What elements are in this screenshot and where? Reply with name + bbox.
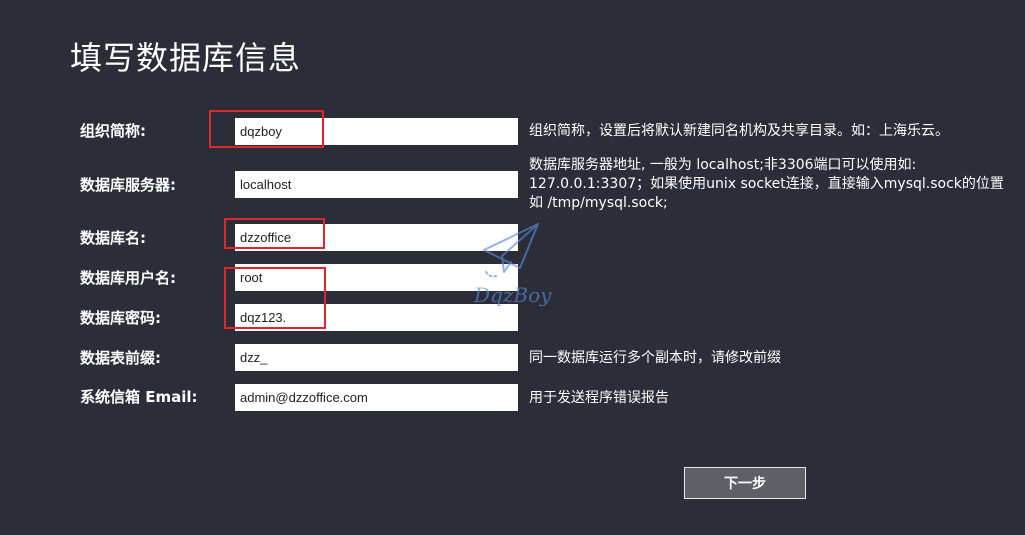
next-step-button[interactable]: 下一步 [684, 467, 806, 499]
watermark-text: DqzBoy [473, 283, 552, 307]
db-server-label: 数据库服务器: [80, 176, 176, 194]
org-name-label: 组织简称: [80, 122, 146, 140]
system-email-label: 系统信箱 Email: [80, 388, 198, 406]
system-email-hint: 用于发送程序错误报告 [529, 390, 669, 406]
db-user-label: 数据库用户名: [80, 269, 176, 287]
table-prefix-hint: 同一数据库运行多个副本时，请修改前缀 [529, 350, 781, 366]
paper-plane-watermark-icon: DqzBoy [473, 223, 552, 307]
org-name-input[interactable] [235, 118, 518, 145]
system-email-input[interactable] [235, 384, 518, 411]
db-server-input[interactable] [235, 171, 518, 198]
db-name-label: 数据库名: [80, 229, 146, 247]
db-password-label: 数据库密码: [80, 309, 161, 327]
table-prefix-label: 数据表前缀: [80, 349, 161, 367]
table-prefix-input[interactable] [235, 344, 518, 371]
org-name-hint: 组织简称，设置后将默认新建同名机构及共享目录。如：上海乐云。 [529, 123, 949, 139]
db-server-hint: 数据库服务器地址, 一般为 localhost;非3306端口可以使用如: 12… [529, 157, 1004, 211]
